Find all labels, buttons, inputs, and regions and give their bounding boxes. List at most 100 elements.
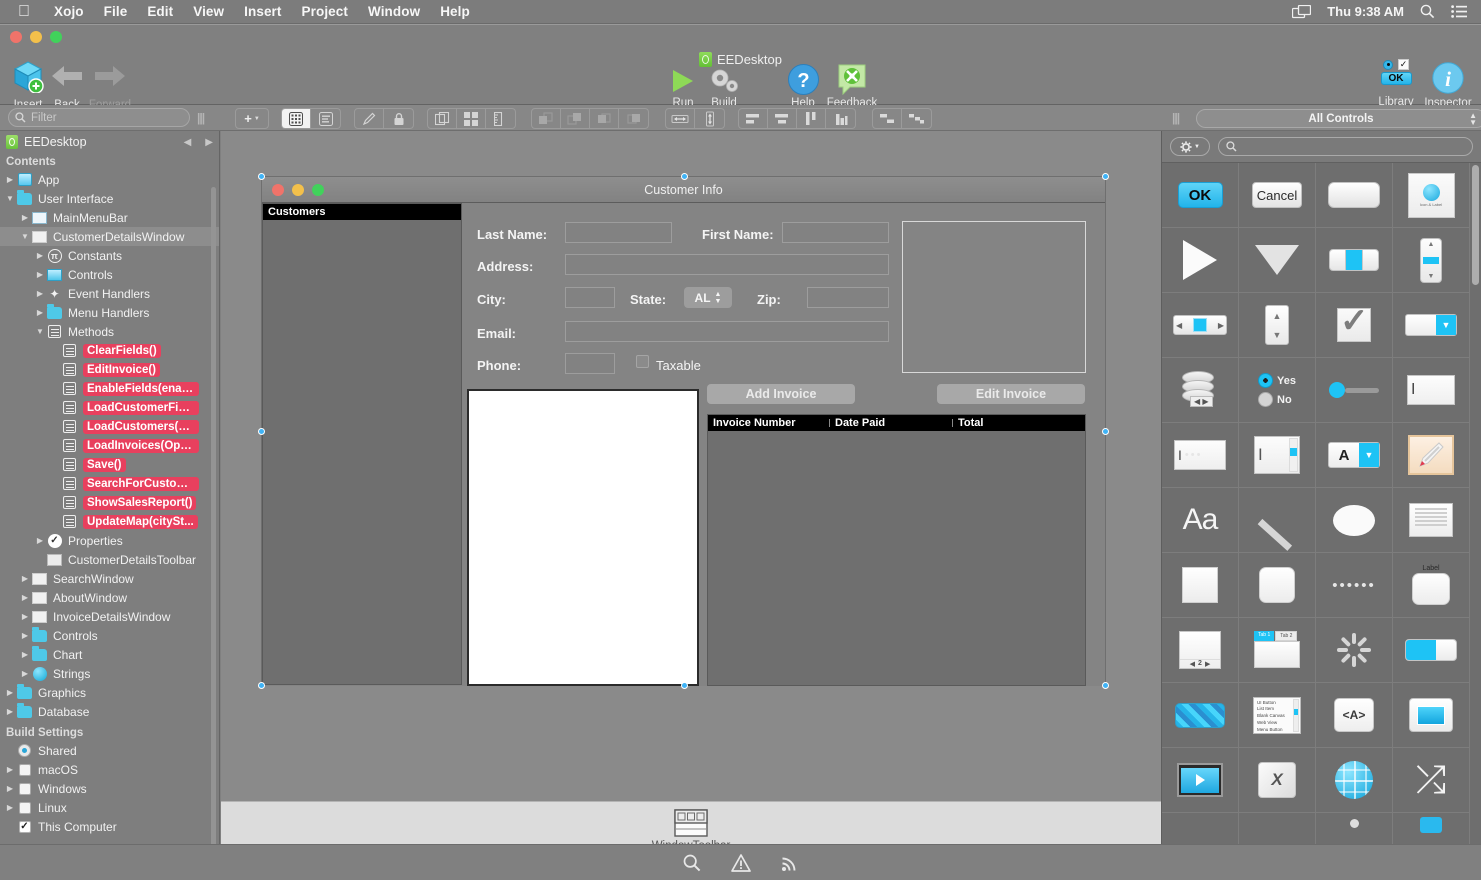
library-item-container-control[interactable] xyxy=(1393,683,1470,748)
tree-item-user-interface[interactable]: ▼ User Interface xyxy=(0,189,219,208)
ruler-icon[interactable] xyxy=(486,109,515,128)
minimize-button[interactable] xyxy=(30,31,42,43)
tree-item-aboutwindow[interactable]: ▶ AboutWindow xyxy=(0,588,219,607)
build-item-shared[interactable]: ▶ Shared xyxy=(0,741,219,760)
tree-item-constants[interactable]: ▶ π Constants xyxy=(0,246,219,265)
layout-tools-group[interactable] xyxy=(427,108,516,129)
sales-chart-canvas[interactable] xyxy=(467,389,699,686)
align-bottom-icon[interactable] xyxy=(826,109,855,128)
menu-item-xojo[interactable]: Xojo xyxy=(44,4,94,19)
library-item-database-navigator[interactable]: ◀ ▶ xyxy=(1162,358,1239,423)
tree-item-strings[interactable]: ▶ Strings xyxy=(0,664,219,683)
lock-icon[interactable] xyxy=(384,109,413,128)
match-height-icon[interactable] xyxy=(695,109,724,128)
library-item-xojo-object[interactable]: X xyxy=(1239,748,1316,813)
twisty-right-icon[interactable]: ▶ xyxy=(19,213,31,222)
library-item-segmented-control[interactable] xyxy=(1316,228,1393,293)
spotlight-search-icon[interactable] xyxy=(1420,4,1435,19)
list-view-icon[interactable] xyxy=(311,109,340,128)
customers-listbox[interactable]: Customers xyxy=(262,203,462,685)
tree-item-showsalesreport[interactable]: ▶ ShowSalesReport() xyxy=(0,493,219,512)
twisty-right-icon[interactable]: ▶ xyxy=(19,669,31,678)
library-item-progress-bar[interactable] xyxy=(1393,618,1470,683)
tree-item-customerdetailswindow[interactable]: ▼ CustomerDetailsWindow xyxy=(0,227,219,246)
tree-item-updatemap-cityst[interactable]: ▶ UpdateMap(citySt... xyxy=(0,512,219,531)
library-item-stepper[interactable]: ▲ ▼ xyxy=(1239,293,1316,358)
menu-item-file[interactable]: File xyxy=(94,4,138,19)
selection-handle-ml[interactable] xyxy=(258,428,265,435)
library-item-paint-canvas[interactable] xyxy=(1393,423,1470,488)
align-top-icon[interactable] xyxy=(797,109,826,128)
library-search-input[interactable] xyxy=(1218,137,1473,156)
send-back-icon[interactable] xyxy=(619,109,648,128)
library-item-password-field[interactable]: I ••• xyxy=(1162,423,1239,488)
tree-item-properties[interactable]: ▶ ✓ Properties xyxy=(0,531,219,550)
tree-item-customerdetailstoolbar[interactable]: ▶ CustomerDetailsToolbar xyxy=(0,550,219,569)
library-item-busy-indicator[interactable] xyxy=(1316,618,1393,683)
tree-item-searchforcustome[interactable]: ▶ SearchForCustome... xyxy=(0,474,219,493)
pencil-icon[interactable] xyxy=(355,109,384,128)
menu-item-view[interactable]: View xyxy=(183,4,234,19)
nav-forward-icon[interactable]: ▶ xyxy=(205,137,213,148)
twisty-right-icon[interactable]: ▶ xyxy=(4,803,16,812)
field-phone[interactable] xyxy=(565,353,615,374)
selection-handle-tr[interactable] xyxy=(1102,173,1109,180)
tree-item-invoicedetailswindow[interactable]: ▶ InvoiceDetailsWindow xyxy=(0,607,219,626)
library-resize-grip[interactable]: ||| xyxy=(1172,111,1180,125)
library-item-icon-and-label-button[interactable]: Icon & Label xyxy=(1393,163,1470,228)
navigator-filter-field[interactable]: Filter xyxy=(8,108,190,127)
twisty-right-icon[interactable]: ▶ xyxy=(19,631,31,640)
build-item-windows[interactable]: ▶ Windows xyxy=(0,779,219,798)
twisty-right-icon[interactable]: ▶ xyxy=(19,612,31,621)
selection-handle-mr[interactable] xyxy=(1102,428,1109,435)
nav-back-icon[interactable]: ◀ xyxy=(184,137,192,148)
field-first-name[interactable] xyxy=(782,222,889,243)
twisty-down-icon[interactable]: ▼ xyxy=(4,194,16,203)
library-item-scrubber[interactable]: ▲ ▼ xyxy=(1393,228,1470,293)
tree-item-save[interactable]: ▶ Save() xyxy=(0,455,219,474)
library-item-extra-3[interactable] xyxy=(1316,813,1393,848)
library-item-label[interactable]: Aa xyxy=(1162,488,1239,553)
close-button[interactable] xyxy=(10,31,22,43)
tree-item-loadcustomerfiel[interactable]: ▶ LoadCustomerFiel... xyxy=(0,398,219,417)
twisty-right-icon[interactable]: ▶ xyxy=(19,650,31,659)
build-item-linux[interactable]: ▶ Linux xyxy=(0,798,219,817)
broadcast-icon[interactable] xyxy=(781,854,799,872)
menu-item-help[interactable]: Help xyxy=(430,4,480,19)
twisty-right-icon[interactable]: ▶ xyxy=(19,593,31,602)
navigator-tree[interactable]: Contents ▶ App ▼ User Interface ▶ MainMenuBar… xyxy=(0,153,219,880)
design-window[interactable]: Customer Info Customers Last Name: First… xyxy=(258,173,1109,689)
duplicate-icon[interactable] xyxy=(428,109,457,128)
tree-item-methods[interactable]: ▼ Methods xyxy=(0,322,219,341)
library-item-extra-2[interactable] xyxy=(1239,813,1316,848)
library-item-html-viewer[interactable] xyxy=(1393,488,1470,553)
tree-item-enablefields-enabl[interactable]: ▶ EnableFields(enabl... xyxy=(0,379,219,398)
library-item-movie-player[interactable] xyxy=(1162,748,1239,813)
library-item-list-box[interactable]: UI Button List Item Blank Canvas Web View Me… xyxy=(1239,683,1316,748)
view-mode-group[interactable] xyxy=(281,108,341,129)
match-width-icon[interactable] xyxy=(666,109,695,128)
tree-item-database[interactable]: ▶ Database xyxy=(0,702,219,721)
design-minimize-button[interactable] xyxy=(292,184,304,196)
menu-item-project[interactable]: Project xyxy=(292,4,358,19)
library-item-styled-text-popup[interactable]: A ▼ xyxy=(1316,423,1393,488)
menu-item-insert[interactable]: Insert xyxy=(234,4,291,19)
twisty-down-icon[interactable]: ▼ xyxy=(19,232,31,241)
tree-item-loadcustomers-se[interactable]: ▶ LoadCustomers(se... xyxy=(0,417,219,436)
twisty-down-icon[interactable]: ▼ xyxy=(34,327,46,336)
design-close-button[interactable] xyxy=(272,184,284,196)
checkbox-taxable[interactable] xyxy=(636,355,649,368)
twisty-right-icon[interactable]: ▶ xyxy=(34,536,46,545)
tree-item-menu-handlers[interactable]: ▶ Menu Handlers xyxy=(0,303,219,322)
map-placeholder[interactable] xyxy=(902,221,1086,373)
menu-item-window[interactable]: Window xyxy=(358,4,430,19)
twisty-right-icon[interactable]: ▶ xyxy=(4,688,16,697)
library-filter-popup[interactable]: All Controls ▲ ▼ xyxy=(1196,109,1481,128)
library-item-separator-dots[interactable]: •••••• xyxy=(1316,553,1393,618)
screen-share-icon[interactable] xyxy=(1292,4,1312,19)
distribute-horizontal-icon[interactable] xyxy=(873,109,902,128)
library-item-rectangle-shape[interactable] xyxy=(1162,553,1239,618)
tree-item-controls[interactable]: ▶ Controls xyxy=(0,265,219,284)
tree-item-event-handlers[interactable]: ▶ ✦ Event Handlers xyxy=(0,284,219,303)
library-item-horizontal-slider[interactable]: ◀ ▶ xyxy=(1162,293,1239,358)
